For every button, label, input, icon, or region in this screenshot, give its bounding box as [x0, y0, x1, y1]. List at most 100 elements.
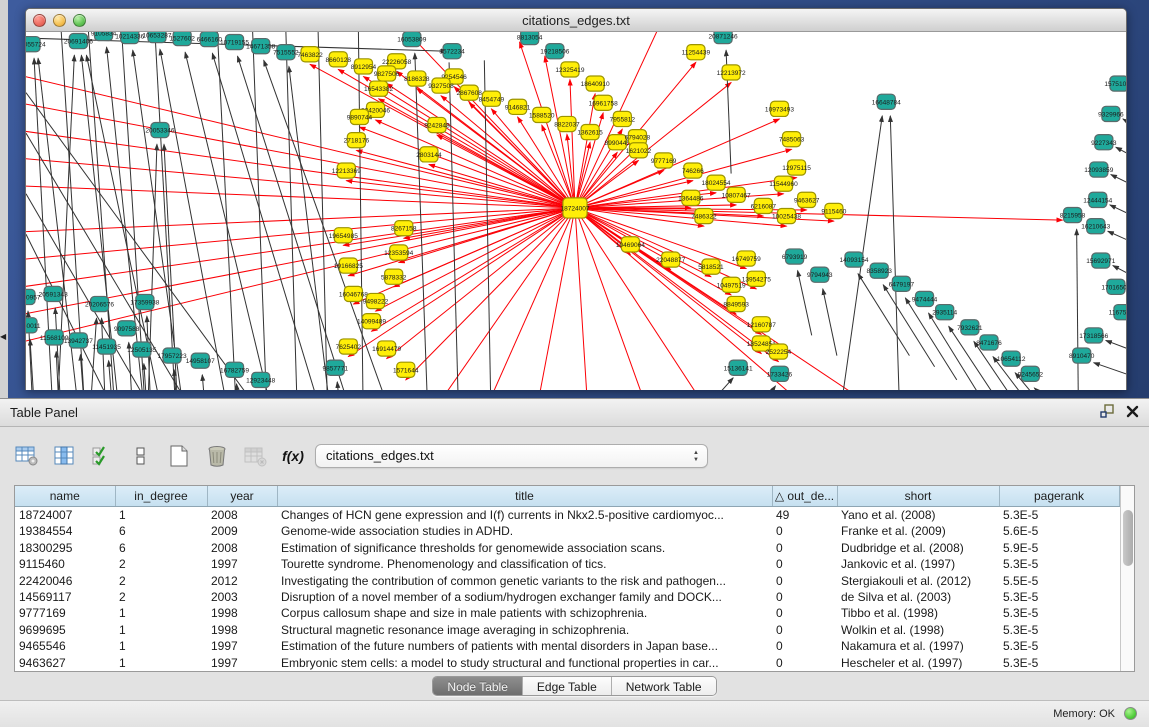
citation-edge[interactable] [1034, 388, 1075, 390]
graph-node[interactable]: 12093859 [1084, 162, 1113, 177]
table-settings-icon[interactable] [14, 443, 40, 469]
graph-node[interactable]: 9857771 [323, 360, 349, 375]
graph-node[interactable]: 1621022 [626, 143, 652, 158]
graph-node[interactable]: 9245652 [1018, 366, 1044, 381]
graph-node[interactable]: 9890744 [347, 109, 373, 124]
graph-node[interactable]: 7515552 [273, 45, 299, 60]
graph-node[interactable]: 8186328 [404, 71, 430, 86]
table-cell[interactable]: 18300295 [15, 539, 115, 555]
graph-node[interactable]: 1588520 [529, 107, 555, 122]
graph-node[interactable]: 8822037 [554, 116, 580, 131]
graph-node[interactable]: 9105834 [91, 32, 117, 41]
table-cell[interactable]: 5.3E-5 [999, 556, 1119, 572]
citation-edge[interactable] [1116, 147, 1126, 163]
table-cell[interactable]: 1 [115, 605, 207, 621]
table-cell[interactable]: Franke et al. (2009) [837, 523, 999, 539]
table-cell[interactable]: 1 [115, 638, 207, 654]
table-cell[interactable]: 6 [115, 523, 207, 539]
table-cell[interactable]: Tibbo et al. (1998) [837, 605, 999, 621]
table-cell[interactable]: 5.3E-5 [999, 622, 1119, 638]
table-cell[interactable]: Tourette syndrome. Phenomenology and cla… [277, 556, 772, 572]
table-cell[interactable]: 2 [115, 572, 207, 588]
table-cell[interactable]: Jankovic et al. (1997) [837, 556, 999, 572]
graph-node[interactable]: 1364486 [678, 190, 704, 205]
table-row[interactable]: 977716911998Corpus callosum shape and si… [15, 605, 1119, 621]
table-cell[interactable]: Structural magnetic resonance image aver… [277, 622, 772, 638]
network-canvas[interactable]: 1405572420691406910583410214336106532871… [26, 32, 1126, 390]
float-panel-icon[interactable] [1100, 404, 1114, 418]
graph-node[interactable]: 7625402 [336, 339, 362, 354]
graph-node[interactable]: 14093154 [839, 252, 868, 267]
table-cell[interactable]: 2012 [207, 572, 277, 588]
table-cell[interactable]: 5.3E-5 [999, 589, 1119, 605]
graph-node[interactable]: 1733426 [767, 366, 793, 381]
graph-node[interactable]: 17359938 [130, 294, 159, 309]
citation-edge[interactable] [237, 384, 242, 390]
graph-node[interactable]: 10719155 [220, 35, 249, 50]
graph-node[interactable]: 9242848 [424, 117, 450, 132]
table-selector-dropdown[interactable]: citations_edges.txt ▲▼ [315, 444, 708, 468]
table-cell[interactable]: 0 [772, 622, 837, 638]
graph-node[interactable]: 6479197 [889, 276, 915, 291]
table-cell[interactable]: Disruption of a novel member of a sodium… [277, 589, 772, 605]
table-cell[interactable]: 0 [772, 589, 837, 605]
citation-edge[interactable] [681, 378, 733, 390]
table-cell[interactable]: Hescheler et al. (1997) [837, 654, 999, 671]
graph-node[interactable]: 12325419 [555, 62, 584, 77]
citation-edge[interactable] [26, 208, 575, 356]
graph-node[interactable]: 7932621 [957, 320, 983, 335]
table-cell[interactable]: 9463627 [15, 654, 115, 671]
graph-node[interactable]: 20053346 [145, 123, 174, 138]
graph-node[interactable]: 9794943 [807, 267, 833, 282]
graph-node[interactable]: 9329966 [1098, 106, 1124, 121]
table-cell[interactable]: 9465546 [15, 638, 115, 654]
table-cell[interactable]: 0 [772, 654, 837, 671]
graph-node[interactable]: 16543382 [364, 81, 393, 96]
table-row[interactable]: 2242004622012Investigating the contribut… [15, 572, 1119, 588]
graph-node[interactable]: 11254439 [682, 45, 711, 60]
graph-node[interactable]: 2935114 [932, 305, 957, 320]
table-cell[interactable]: 0 [772, 539, 837, 555]
table-cell[interactable]: 1997 [207, 654, 277, 671]
table-cell[interactable]: 2008 [207, 539, 277, 555]
column-header-pagerank[interactable]: pagerank [999, 486, 1119, 507]
citation-edge[interactable] [217, 32, 237, 390]
table-row[interactable]: 946554611997Estimation of the future num… [15, 638, 1119, 654]
graph-node[interactable]: 14958107 [186, 353, 215, 368]
table-cell[interactable]: 49 [772, 507, 837, 523]
graph-node[interactable]: 11451935 [92, 339, 121, 354]
column-header-year[interactable]: year [207, 486, 277, 507]
select-columns-icon[interactable] [90, 443, 116, 469]
table-cell[interactable]: Yano et al. (2008) [837, 507, 999, 523]
graph-node[interactable]: 9498222 [363, 293, 389, 308]
table-cell[interactable]: Stergiakouli et al. (2012) [837, 572, 999, 588]
graph-node[interactable]: 16648784 [872, 94, 901, 109]
table-cell[interactable]: Wolkin et al. (1998) [837, 622, 999, 638]
table-cell[interactable]: 9699695 [15, 622, 115, 638]
column-edit-icon[interactable] [52, 443, 78, 469]
table-cell[interactable]: 0 [772, 638, 837, 654]
table-cell[interactable]: 0 [772, 572, 837, 588]
graph-node[interactable]: 1571644 [393, 362, 419, 377]
table-cell[interactable]: 2 [115, 589, 207, 605]
citation-edge[interactable] [26, 93, 278, 390]
citation-edge[interactable] [286, 32, 298, 390]
graph-node[interactable]: 8358923 [866, 263, 892, 278]
graph-node[interactable]: 9777169 [651, 153, 677, 168]
citation-edge[interactable] [441, 96, 575, 208]
function-builder-icon[interactable]: f(x) [280, 443, 306, 469]
graph-node[interactable]: 10025438 [772, 208, 801, 223]
graph-node[interactable]: 16053809 [397, 32, 426, 47]
graph-node[interactable]: 1362615 [577, 125, 603, 140]
graph-node[interactable]: 15751074 [1104, 76, 1126, 91]
table-cell[interactable]: Dudbridge et al. (2008) [837, 539, 999, 555]
graph-node[interactable]: 12213972 [717, 65, 746, 80]
citation-edge[interactable] [1108, 231, 1126, 248]
table-cell[interactable]: 6 [115, 539, 207, 555]
graph-node[interactable]: 15136141 [724, 360, 753, 375]
graph-node[interactable]: 746266 [682, 163, 704, 178]
graph-node[interactable]: 14671358 [246, 39, 275, 54]
graph-node[interactable]: 12213369 [332, 163, 361, 178]
table-panel-header[interactable]: Table Panel [0, 399, 1149, 427]
table-cell[interactable]: 5.3E-5 [999, 654, 1119, 671]
